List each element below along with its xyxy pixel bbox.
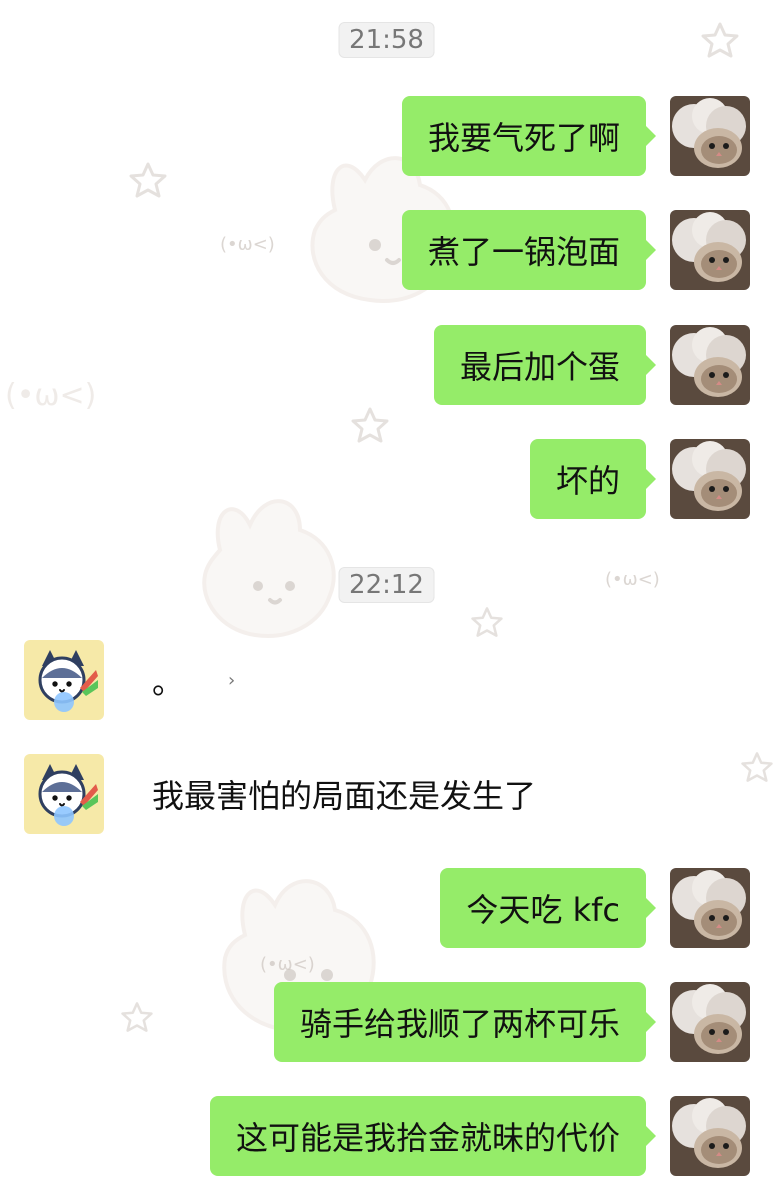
cat-photo-avatar-icon (670, 96, 750, 176)
other-avatar[interactable] (24, 754, 104, 834)
message-text: 我要气死了啊 (427, 119, 620, 157)
message-text: 骑手给我顺了两杯可乐 (299, 1005, 620, 1043)
cat-photo-avatar-icon (670, 868, 750, 948)
self-avatar[interactable] (670, 96, 750, 176)
message-bubble-self[interactable]: 骑手给我顺了两杯可乐 (273, 982, 657, 1062)
self-avatar[interactable] (670, 439, 750, 519)
svg-text:(•ω<): (•ω<) (260, 954, 315, 975)
cat-photo-avatar-icon (670, 210, 750, 290)
message-text: 我最害怕的局面还是发生了 (152, 777, 537, 815)
message-row-self: 骑手给我顺了两杯可乐 (0, 982, 773, 1062)
message-row-self: 这可能是我拾金就昧的代价 (0, 1096, 773, 1176)
star-sticker-icon (471, 607, 503, 637)
chevron-right-icon: › (228, 669, 236, 691)
face-sticker-icon: (•ω<) (605, 569, 660, 590)
timestamp: 21:58 (338, 22, 435, 58)
message-row-self: 今天吃 kfc (0, 868, 773, 948)
message-bubble-self[interactable]: 坏的 (529, 439, 657, 519)
message-row-self: 最后加个蛋 (0, 325, 773, 405)
message-text: 今天吃 kfc (466, 891, 620, 929)
cat-photo-avatar-icon (670, 982, 750, 1062)
message-bubble-other[interactable]: 我最害怕的局面还是发生了 (115, 754, 563, 834)
other-avatar[interactable] (24, 640, 104, 720)
message-text: 。 (152, 663, 185, 701)
message-bubble-self[interactable]: 今天吃 kfc (440, 868, 656, 948)
message-text: 坏的 (555, 462, 620, 500)
message-row-other: 。 › (0, 640, 773, 720)
message-text: 这可能是我拾金就昧的代价 (235, 1119, 620, 1157)
cat-photo-avatar-icon (670, 439, 750, 519)
message-bubble-other[interactable]: 。 › (116, 640, 235, 720)
self-avatar[interactable] (670, 868, 750, 948)
message-row-self: 我要气死了啊 (0, 96, 773, 176)
cat-photo-avatar-icon (670, 325, 750, 405)
timestamp: 22:12 (338, 567, 435, 603)
message-bubble-self[interactable]: 最后加个蛋 (433, 325, 657, 405)
message-bubble-self[interactable]: 煮了一锅泡面 (401, 210, 657, 290)
message-bubble-self[interactable]: 我要气死了啊 (401, 96, 657, 176)
message-text: 煮了一锅泡面 (427, 233, 620, 271)
cat-photo-avatar-icon (670, 1096, 750, 1176)
kitty-sticker-avatar-icon (24, 754, 104, 834)
self-avatar[interactable] (670, 982, 750, 1062)
self-avatar[interactable] (670, 210, 750, 290)
self-avatar[interactable] (670, 1096, 750, 1176)
svg-text:(•ω<): (•ω<) (605, 569, 660, 590)
message-row-other: 我最害怕的局面还是发生了 (0, 754, 773, 834)
message-row-self: 煮了一锅泡面 (0, 210, 773, 290)
message-text: 最后加个蛋 (459, 348, 620, 386)
star-sticker-icon (701, 22, 739, 58)
message-bubble-self[interactable]: 这可能是我拾金就昧的代价 (209, 1096, 657, 1176)
kitty-sticker-avatar-icon (24, 640, 104, 720)
message-row-self: 坏的 (0, 439, 773, 519)
self-avatar[interactable] (670, 325, 750, 405)
